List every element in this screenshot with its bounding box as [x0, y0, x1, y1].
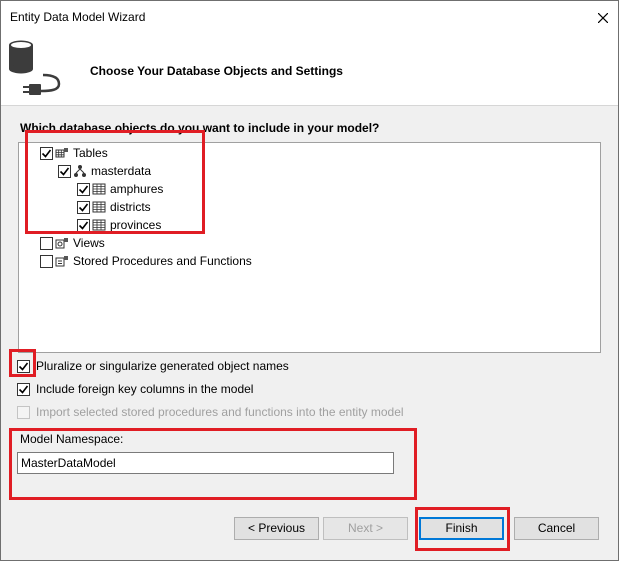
- masterdata-label: masterdata: [91, 164, 152, 178]
- tree-node-table[interactable]: districts: [77, 198, 151, 216]
- tree-node-table[interactable]: amphures: [77, 180, 163, 198]
- schema-icon: [73, 164, 87, 178]
- tree-node-views[interactable]: Views: [40, 234, 105, 252]
- wizard-header: Choose Your Database Objects and Setting…: [1, 34, 618, 106]
- foreign-keys-label: Include foreign key columns in the model: [36, 382, 254, 396]
- views-checkbox[interactable]: [40, 236, 53, 250]
- tables-label: Tables: [73, 146, 108, 160]
- close-icon: [598, 12, 608, 23]
- previous-button[interactable]: < Previous: [234, 517, 319, 540]
- table-label: districts: [110, 200, 151, 214]
- tables-checkbox[interactable]: [40, 146, 53, 160]
- pluralize-label: Pluralize or singularize generated objec…: [36, 359, 289, 373]
- database-plug-icon: [5, 37, 69, 97]
- import-procedures-label: Import selected stored procedures and fu…: [36, 405, 404, 419]
- window-title: Entity Data Model Wizard: [10, 10, 146, 24]
- stored-procedures-checkbox[interactable]: [40, 254, 53, 268]
- stored-procedures-label: Stored Procedures and Functions: [73, 254, 252, 268]
- title-bar: Entity Data Model Wizard: [1, 1, 618, 34]
- model-namespace-input[interactable]: [17, 452, 394, 474]
- tree-node-tables[interactable]: Tables: [40, 144, 108, 162]
- page-title: Choose Your Database Objects and Setting…: [90, 64, 343, 78]
- table-label: provinces: [110, 218, 162, 232]
- table-checkbox[interactable]: [77, 182, 90, 196]
- table-icon: [92, 200, 106, 214]
- tree-node-stored-procedures[interactable]: Stored Procedures and Functions: [40, 252, 252, 270]
- import-procedures-checkbox: [17, 405, 30, 419]
- table-label: amphures: [110, 182, 164, 196]
- import-procedures-option: Import selected stored procedures and fu…: [17, 405, 404, 419]
- table-checkbox[interactable]: [77, 200, 90, 214]
- pluralize-option[interactable]: Pluralize or singularize generated objec…: [17, 359, 289, 373]
- tables-folder-icon: [55, 146, 69, 160]
- tree-node-masterdata[interactable]: masterdata: [58, 162, 151, 180]
- stored-procedures-icon: [55, 254, 69, 268]
- table-icon: [92, 218, 106, 232]
- database-objects-tree[interactable]: Tables masterdata amphures districts pro…: [18, 142, 601, 353]
- table-icon: [92, 182, 106, 196]
- next-button: Next >: [323, 517, 408, 540]
- tree-node-table[interactable]: provinces: [77, 216, 161, 234]
- close-button[interactable]: [588, 1, 618, 34]
- wizard-window: Entity Data Model Wizard Choose Your Dat…: [0, 0, 619, 561]
- cancel-button[interactable]: Cancel: [514, 517, 599, 540]
- finish-button[interactable]: Finish: [419, 517, 504, 540]
- foreign-keys-checkbox[interactable]: [17, 382, 30, 396]
- foreign-keys-option[interactable]: Include foreign key columns in the model: [17, 382, 253, 396]
- model-namespace-label: Model Namespace:: [20, 432, 124, 446]
- table-checkbox[interactable]: [77, 218, 90, 232]
- masterdata-checkbox[interactable]: [58, 164, 71, 178]
- views-icon: [55, 236, 69, 250]
- views-label: Views: [73, 236, 105, 250]
- objects-question: Which database objects do you want to in…: [20, 121, 380, 135]
- pluralize-checkbox[interactable]: [17, 359, 30, 373]
